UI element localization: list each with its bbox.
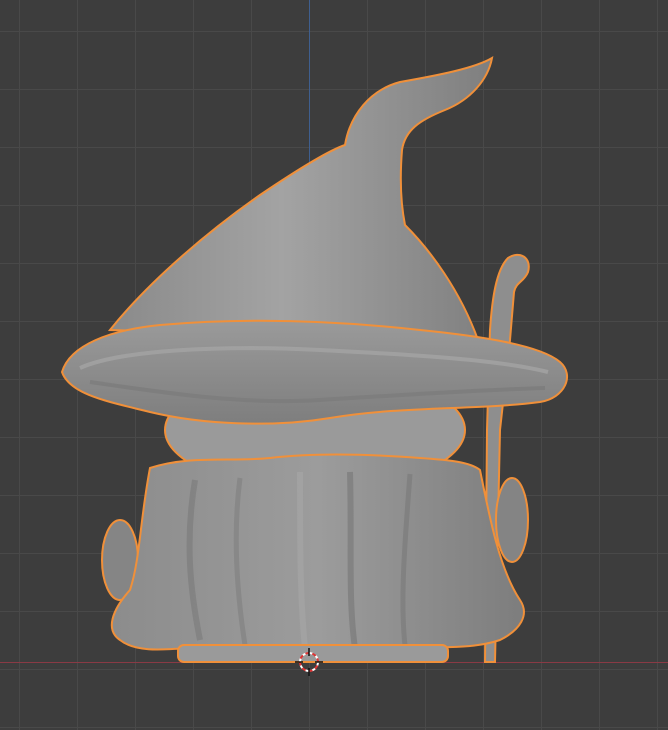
- wizard-mesh[interactable]: [60, 56, 569, 663]
- right-hand[interactable]: [495, 477, 529, 563]
- 3d-viewport[interactable]: [0, 0, 668, 730]
- hat-cone[interactable]: [107, 56, 494, 342]
- scene-canvas: [60, 56, 569, 676]
- cloak[interactable]: [110, 453, 525, 655]
